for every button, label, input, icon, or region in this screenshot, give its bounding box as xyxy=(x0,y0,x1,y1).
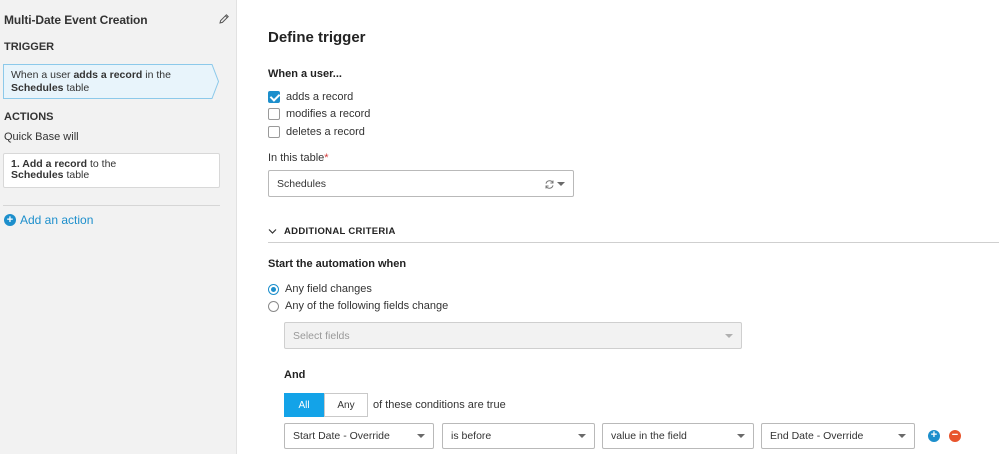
condition-compare-field-value: End Date - Override xyxy=(770,430,864,442)
condition-operator-value: is before xyxy=(451,430,492,442)
trigger-card-arrow xyxy=(205,64,219,99)
table-label-text: In this table xyxy=(268,152,325,164)
remove-condition-icon[interactable]: − xyxy=(949,430,961,442)
action-table: Schedules xyxy=(11,169,64,181)
trigger-text-mid: in the xyxy=(142,69,171,81)
action-text-mid: to the xyxy=(87,158,117,170)
additional-criteria-toggle[interactable]: ADDITIONAL CRITERIA xyxy=(268,226,396,237)
automation-title: Multi-Date Event Creation xyxy=(4,13,148,27)
following-fields-radio[interactable] xyxy=(268,300,279,312)
any-field-label: Any field changes xyxy=(285,283,372,295)
event-modifies-checkbox[interactable] xyxy=(268,108,280,120)
actions-heading: ACTIONS xyxy=(4,111,54,123)
criteria-divider xyxy=(268,242,999,243)
match-toggle[interactable]: All Any xyxy=(284,393,368,417)
event-adds-label: adds a record xyxy=(286,91,354,103)
trigger-text-prefix: When a user xyxy=(11,69,74,81)
action-card[interactable]: 1. Add a record to the Schedules table xyxy=(3,153,220,188)
condition-operator-select[interactable]: is before xyxy=(442,423,595,449)
match-any-button[interactable]: Any xyxy=(324,393,368,417)
select-fields-dropdown[interactable]: Select fields xyxy=(284,322,742,349)
match-all-button[interactable]: All xyxy=(284,393,324,417)
any-field-radio[interactable] xyxy=(268,283,279,295)
additional-criteria-label: ADDITIONAL CRITERIA xyxy=(284,226,396,237)
trigger-table: Schedules xyxy=(11,82,64,94)
sidebar: Multi-Date Event Creation TRIGGER When a… xyxy=(0,0,237,454)
event-deletes-record[interactable]: deletes a record xyxy=(268,126,365,138)
option-following-fields-change[interactable]: Any of the following fields change xyxy=(268,300,448,312)
chevron-down-icon xyxy=(737,434,745,438)
sidebar-divider xyxy=(3,205,220,206)
condition-field-value: Start Date - Override xyxy=(293,430,390,442)
pencil-icon[interactable] xyxy=(218,13,230,25)
condition-field-select[interactable]: Start Date - Override xyxy=(284,423,434,449)
and-label: And xyxy=(284,369,306,381)
add-action-button[interactable]: + Add an action xyxy=(4,213,93,227)
condition-compare-field-select[interactable]: End Date - Override xyxy=(761,423,915,449)
select-fields-placeholder: Select fields xyxy=(293,329,350,342)
option-any-field-changes[interactable]: Any field changes xyxy=(268,283,372,295)
page-title: Define trigger xyxy=(268,29,366,46)
chevron-down-icon xyxy=(268,229,277,234)
trigger-text-suffix: table xyxy=(63,82,90,94)
event-modifies-label: modifies a record xyxy=(286,108,371,120)
chevron-down-icon xyxy=(725,333,733,338)
event-adds-record[interactable]: adds a record xyxy=(268,91,353,103)
when-user-label: When a user... xyxy=(268,68,342,80)
event-adds-checkbox[interactable] xyxy=(268,91,280,103)
event-modifies-record[interactable]: modifies a record xyxy=(268,108,370,120)
action-text-suffix: table xyxy=(63,169,90,181)
chevron-down-icon xyxy=(578,434,586,438)
condition-compare-type-value: value in the field xyxy=(611,430,687,442)
chevron-down-icon xyxy=(898,434,906,438)
chevron-down-icon xyxy=(417,434,425,438)
refresh-icon[interactable] xyxy=(544,179,555,190)
add-condition-icon[interactable]: + xyxy=(928,430,940,442)
actions-subtext: Quick Base will xyxy=(4,131,79,143)
match-description: of these conditions are true xyxy=(373,399,506,411)
condition-compare-type-select[interactable]: value in the field xyxy=(602,423,754,449)
table-field-label: In this table* xyxy=(268,152,329,164)
trigger-card[interactable]: When a user adds a record in the Schedul… xyxy=(3,64,206,99)
following-fields-label: Any of the following fields change xyxy=(285,300,449,312)
trigger-action: adds a record xyxy=(73,69,143,81)
event-deletes-checkbox[interactable] xyxy=(268,126,280,138)
required-marker: * xyxy=(324,152,329,164)
event-deletes-label: deletes a record xyxy=(286,126,365,138)
plus-circle-icon: + xyxy=(4,214,16,226)
table-select-value: Schedules xyxy=(277,177,327,190)
chevron-down-icon xyxy=(557,181,565,186)
table-select[interactable]: Schedules xyxy=(268,170,574,197)
add-action-label: Add an action xyxy=(20,213,94,227)
start-automation-label: Start the automation when xyxy=(268,258,407,270)
trigger-heading: TRIGGER xyxy=(4,41,55,53)
